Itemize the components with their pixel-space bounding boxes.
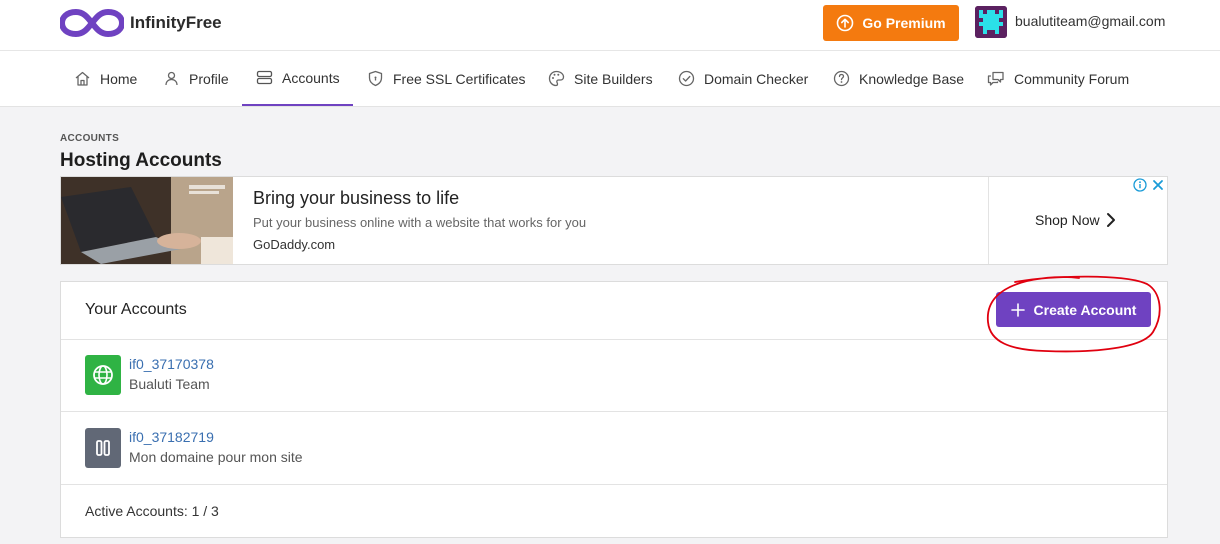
ad-domain[interactable]: GoDaddy.com bbox=[253, 237, 335, 252]
close-icon[interactable] bbox=[1151, 178, 1165, 192]
home-icon bbox=[75, 71, 90, 86]
accounts-card: Your Accounts Create Account if0_3717037… bbox=[60, 281, 1168, 538]
laptop-photo-icon bbox=[61, 177, 233, 264]
account-label: Bualuti Team bbox=[129, 376, 210, 392]
pause-icon bbox=[96, 440, 110, 456]
account-label: Mon domaine pour mon site bbox=[129, 449, 303, 465]
breadcrumb: ACCOUNTS bbox=[60, 133, 120, 144]
ad-subtitle: Put your business online with a website … bbox=[253, 215, 587, 230]
plus-icon bbox=[1010, 302, 1025, 317]
ad-controls bbox=[1133, 178, 1165, 192]
ad-cta-label: Shop Now bbox=[1035, 212, 1100, 228]
active-accounts-count: Active Accounts: 1 / 3 bbox=[85, 503, 219, 519]
nav-label-site-builders: Site Builders bbox=[574, 70, 653, 87]
nav-item-domain-checker[interactable]: Domain Checker bbox=[678, 51, 808, 106]
ad-title[interactable]: Bring your business to life bbox=[253, 188, 459, 209]
globe-icon bbox=[93, 365, 113, 385]
account-status-suspended bbox=[85, 428, 121, 468]
palette-icon bbox=[548, 70, 565, 87]
user-icon bbox=[165, 71, 178, 86]
nav-item-community-forum[interactable]: Community Forum bbox=[987, 51, 1129, 106]
ad-banner[interactable]: Bring your business to life Put your bus… bbox=[60, 176, 1168, 265]
ad-image[interactable] bbox=[61, 177, 233, 264]
nav-item-ssl[interactable]: Free SSL Certificates bbox=[367, 51, 526, 106]
top-bar: InfinityFree Go Premium bualutiteam@gmai… bbox=[0, 0, 1220, 51]
go-premium-button[interactable]: Go Premium bbox=[823, 5, 959, 41]
info-icon[interactable] bbox=[1133, 178, 1147, 192]
server-icon bbox=[256, 70, 273, 85]
shield-icon bbox=[368, 70, 383, 87]
nav-label-community-forum: Community Forum bbox=[1014, 70, 1130, 87]
nav-item-site-builders[interactable]: Site Builders bbox=[548, 51, 653, 106]
brand-logo[interactable]: InfinityFree bbox=[60, 6, 222, 40]
main-nav: Home Profile Accounts Free SSL Certifica… bbox=[0, 51, 1220, 107]
nav-label-domain-checker: Domain Checker bbox=[704, 70, 809, 87]
ad-divider bbox=[988, 177, 989, 264]
infinity-logo-icon bbox=[60, 9, 124, 37]
brand-name: InfinityFree bbox=[130, 13, 222, 32]
avatar[interactable] bbox=[975, 6, 1007, 38]
question-circle-icon bbox=[833, 70, 850, 87]
nav-label-knowledge-base: Knowledge Base bbox=[859, 70, 965, 87]
account-id-link[interactable]: if0_37182719 bbox=[129, 429, 214, 445]
pixel-avatar-icon bbox=[975, 6, 1007, 38]
create-account-label: Create Account bbox=[1033, 301, 1137, 318]
nav-item-profile[interactable]: Profile bbox=[163, 51, 229, 106]
create-account-button[interactable]: Create Account bbox=[996, 292, 1151, 327]
account-id-link[interactable]: if0_37170378 bbox=[129, 356, 214, 372]
account-status-active bbox=[85, 355, 121, 395]
account-row[interactable]: if0_37182719 Mon domaine pour mon site bbox=[61, 412, 1167, 485]
nav-item-knowledge-base[interactable]: Knowledge Base bbox=[833, 51, 964, 106]
nav-label-ssl: Free SSL Certificates bbox=[393, 70, 526, 87]
nav-label-profile: Profile bbox=[189, 70, 229, 87]
nav-label-accounts: Accounts bbox=[282, 69, 340, 86]
arrow-up-circle-icon bbox=[837, 14, 854, 32]
nav-item-home[interactable]: Home bbox=[74, 51, 137, 106]
page-title: Hosting Accounts bbox=[60, 150, 222, 171]
go-premium-label: Go Premium bbox=[862, 15, 946, 31]
ad-shop-now-button[interactable]: Shop Now bbox=[1035, 212, 1116, 228]
accounts-card-header: Your Accounts Create Account bbox=[61, 282, 1167, 340]
accounts-card-title: Your Accounts bbox=[85, 301, 187, 318]
chat-icon bbox=[987, 71, 1004, 86]
nav-item-accounts[interactable]: Accounts bbox=[242, 51, 353, 106]
nav-label-home: Home bbox=[100, 70, 138, 87]
check-circle-icon bbox=[678, 70, 695, 87]
account-row[interactable]: if0_37170378 Bualuti Team bbox=[61, 339, 1167, 412]
user-email[interactable]: bualutiteam@gmail.com bbox=[1015, 13, 1165, 29]
chevron-right-icon bbox=[1106, 213, 1115, 227]
